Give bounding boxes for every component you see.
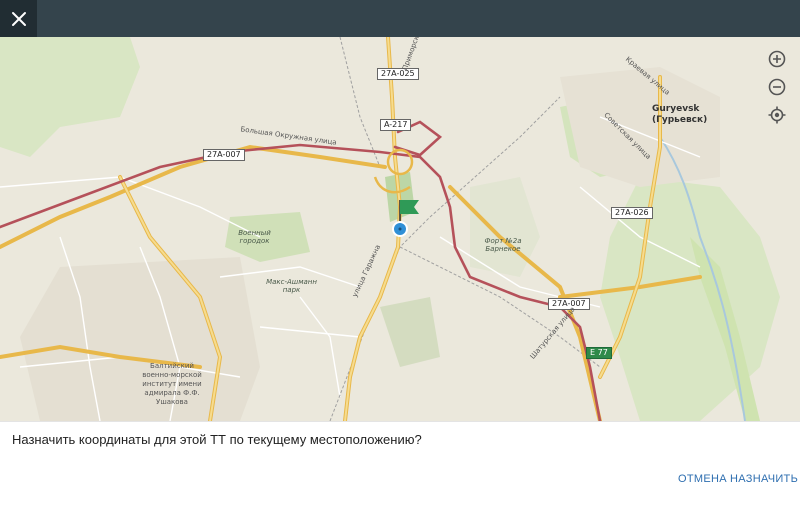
road-shield: A-217	[380, 119, 412, 131]
zoom-out-button[interactable]	[767, 77, 787, 97]
locate-icon	[768, 106, 786, 124]
place-label: Военный городок	[238, 229, 271, 245]
close-icon	[11, 11, 26, 26]
road-shield-euro: E 77	[586, 347, 612, 359]
place-label: Макс-Ашманн парк	[266, 278, 317, 294]
road-shield: 27A-026	[611, 207, 653, 219]
zoom-out-icon	[768, 78, 786, 96]
city-name-local: (Гурьевск)	[652, 115, 708, 125]
location-pin[interactable]	[387, 192, 427, 242]
road-shield: 27A-025	[377, 68, 419, 80]
place-label: Балтийский военно-морской институт имени…	[142, 362, 202, 406]
locate-button[interactable]	[767, 105, 787, 125]
dialog-prompt: Назначить координаты для этой ТТ по теку…	[12, 432, 422, 447]
assign-coordinates-dialog: Назначить координаты для этой ТТ по теку…	[0, 421, 800, 505]
road-shield: 27A-007	[203, 149, 245, 161]
cancel-button[interactable]: ОТМЕНА	[678, 473, 727, 485]
zoom-in-icon	[768, 50, 786, 68]
assign-button[interactable]: НАЗНАЧИТЬ	[730, 473, 798, 485]
place-label: Форт №2а Барнекое	[484, 237, 522, 253]
city-name: Guryevsk	[652, 104, 700, 114]
map-view[interactable]: 27A-025 A-217 27A-007 27A-026 27A-007 E …	[0, 37, 800, 421]
close-button[interactable]	[0, 0, 37, 37]
top-bar	[0, 0, 800, 37]
zoom-in-button[interactable]	[767, 49, 787, 69]
city-label: Guryevsk (Гурьевск)	[652, 104, 707, 126]
flag-icon	[400, 200, 419, 214]
